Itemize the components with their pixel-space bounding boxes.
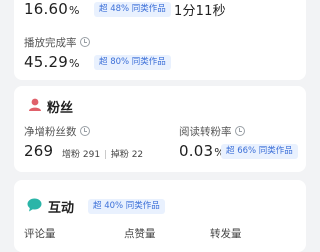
fans-card: 粉丝 净增粉丝数 269 增粉 291 | 掉粉 22 阅读转粉率 0.03% … [14, 86, 306, 172]
playback-metrics-card: 16.60% 超 48% 同类作品 1分11秒 播放完成率 45.29% 超 8… [14, 0, 306, 80]
fans-gain-loss: 增粉 291 | 掉粉 22 [62, 150, 144, 160]
interaction-title: 互动 [48, 201, 75, 216]
convert-rate-value: 0.03% [179, 142, 225, 160]
user-icon [29, 98, 41, 111]
completion-label: 播放完成率 [24, 35, 90, 50]
info-clock-icon[interactable] [79, 37, 90, 47]
interaction-badge: 超 40% 同类作品 [88, 199, 165, 214]
comment-count-label: 评论量 [24, 228, 56, 240]
like-count-label: 点赞量 [124, 228, 156, 240]
info-clock-icon[interactable] [234, 126, 245, 136]
avg-duration-value: 1分11秒 [174, 4, 226, 19]
metric1-badge: 超 48% 同类作品 [94, 2, 171, 17]
convert-rate-label: 阅读转粉率 [179, 124, 245, 139]
interaction-card: 互动 超 40% 同类作品 评论量 点赞量 转发量 [14, 180, 306, 252]
completion-value: 45.29% [24, 53, 80, 71]
metric1-value: 16.60% [24, 0, 80, 18]
net-fans-label: 净增粉丝数 [24, 124, 90, 139]
completion-badge: 超 80% 同类作品 [94, 55, 171, 70]
convert-rate-badge: 超 66% 同类作品 [221, 144, 298, 159]
info-clock-icon[interactable] [79, 126, 90, 136]
fans-title: 粉丝 [47, 101, 74, 116]
share-count-label: 转发量 [210, 228, 242, 240]
chat-bubble-icon [27, 198, 42, 212]
net-fans-value: 269 [24, 142, 54, 160]
